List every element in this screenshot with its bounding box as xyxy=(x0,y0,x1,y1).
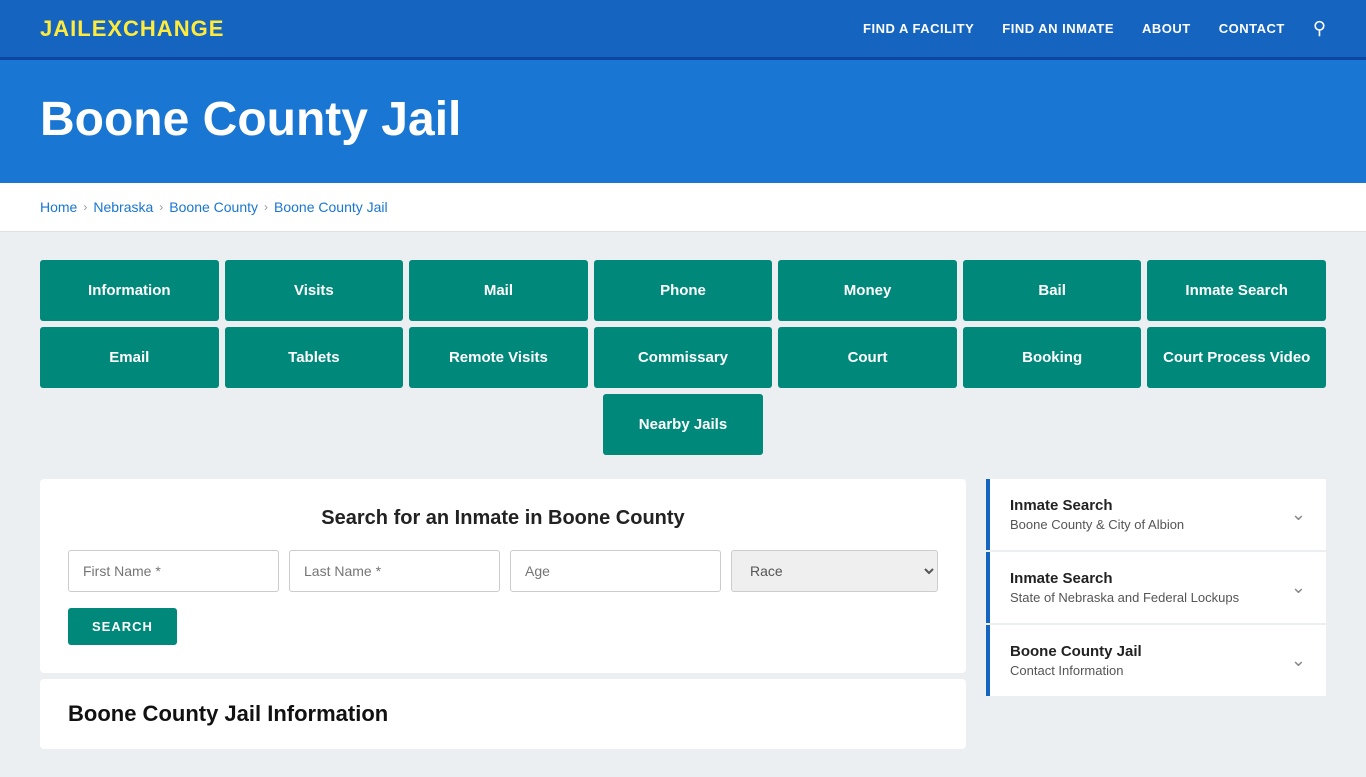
chevron-icon: › xyxy=(159,200,163,214)
button-grid-row2: Email Tablets Remote Visits Commissary C… xyxy=(40,327,1326,388)
button-grid-row1: Information Visits Mail Phone Money Bail… xyxy=(40,260,1326,321)
btn-phone[interactable]: Phone xyxy=(594,260,773,321)
search-fields: Race White Black Hispanic Asian Other xyxy=(68,550,938,592)
sidebar-item-inmate-search-boone[interactable]: Inmate Search Boone County & City of Alb… xyxy=(986,479,1326,550)
chevron-icon: › xyxy=(83,200,87,214)
btn-tablets[interactable]: Tablets xyxy=(225,327,404,388)
content-lower: Search for an Inmate in Boone County Rac… xyxy=(40,479,1326,749)
nav-links: FIND A FACILITY FIND AN INMATE ABOUT CON… xyxy=(863,18,1326,39)
btn-bail[interactable]: Bail xyxy=(963,260,1142,321)
brand-highlight: EXCHANGE xyxy=(92,16,225,41)
brand-name-part1: JAIL xyxy=(40,16,92,41)
nav-contact[interactable]: CONTACT xyxy=(1219,21,1285,36)
btn-remote-visits[interactable]: Remote Visits xyxy=(409,327,588,388)
btn-nearby-jails[interactable]: Nearby Jails xyxy=(603,394,763,455)
last-name-input[interactable] xyxy=(289,550,500,592)
btn-money[interactable]: Money xyxy=(778,260,957,321)
brand-logo[interactable]: JAILEXCHANGE xyxy=(40,16,224,42)
sidebar-item-inmate-search-state[interactable]: Inmate Search State of Nebraska and Fede… xyxy=(986,552,1326,623)
search-title: Search for an Inmate in Boone County xyxy=(68,507,938,530)
page-title: Boone County Jail xyxy=(40,92,1326,147)
btn-visits[interactable]: Visits xyxy=(225,260,404,321)
nav-find-inmate[interactable]: FIND AN INMATE xyxy=(1002,21,1114,36)
chevron-down-icon: ⌄ xyxy=(1291,650,1306,671)
btn-court[interactable]: Court xyxy=(778,327,957,388)
nav-about[interactable]: ABOUT xyxy=(1142,21,1191,36)
sidebar-item-title: Inmate Search xyxy=(1010,570,1239,587)
sidebar-item-subtitle: State of Nebraska and Federal Lockups xyxy=(1010,590,1239,605)
breadcrumb-nebraska[interactable]: Nebraska xyxy=(93,199,153,215)
sidebar-item-subtitle: Boone County & City of Albion xyxy=(1010,517,1184,532)
main-content: Information Visits Mail Phone Money Bail… xyxy=(0,232,1366,777)
breadcrumb-boone-county-jail[interactable]: Boone County Jail xyxy=(274,199,388,215)
sidebar-item-title: Boone County Jail xyxy=(1010,643,1142,660)
chevron-icon: › xyxy=(264,200,268,214)
age-input[interactable] xyxy=(510,550,721,592)
nav-find-facility[interactable]: FIND A FACILITY xyxy=(863,21,974,36)
info-title: Boone County Jail Information xyxy=(68,701,938,727)
race-select[interactable]: Race White Black Hispanic Asian Other xyxy=(731,550,938,592)
btn-inmate-search[interactable]: Inmate Search xyxy=(1147,260,1326,321)
info-section: Boone County Jail Information xyxy=(40,679,966,749)
sidebar-item-subtitle: Contact Information xyxy=(1010,663,1142,678)
first-name-input[interactable] xyxy=(68,550,279,592)
btn-court-process-video[interactable]: Court Process Video xyxy=(1147,327,1326,388)
sidebar-item-title: Inmate Search xyxy=(1010,497,1184,514)
button-grid-row3: Nearby Jails xyxy=(40,394,1326,455)
chevron-down-icon: ⌄ xyxy=(1291,504,1306,525)
btn-commissary[interactable]: Commissary xyxy=(594,327,773,388)
navbar: JAILEXCHANGE FIND A FACILITY FIND AN INM… xyxy=(0,0,1366,60)
btn-information[interactable]: Information xyxy=(40,260,219,321)
btn-mail[interactable]: Mail xyxy=(409,260,588,321)
sidebar-item-contact[interactable]: Boone County Jail Contact Information ⌄ xyxy=(986,625,1326,696)
hero-section: Boone County Jail xyxy=(0,60,1366,183)
sidebar: Inmate Search Boone County & City of Alb… xyxy=(986,479,1326,698)
search-icon[interactable]: ⚲ xyxy=(1313,18,1326,39)
search-box: Search for an Inmate in Boone County Rac… xyxy=(40,479,966,673)
breadcrumb-boone-county[interactable]: Boone County xyxy=(169,199,258,215)
btn-email[interactable]: Email xyxy=(40,327,219,388)
breadcrumb-home[interactable]: Home xyxy=(40,199,77,215)
search-button[interactable]: SEARCH xyxy=(68,608,177,645)
chevron-down-icon: ⌄ xyxy=(1291,577,1306,598)
breadcrumb: Home › Nebraska › Boone County › Boone C… xyxy=(0,183,1366,232)
btn-booking[interactable]: Booking xyxy=(963,327,1142,388)
